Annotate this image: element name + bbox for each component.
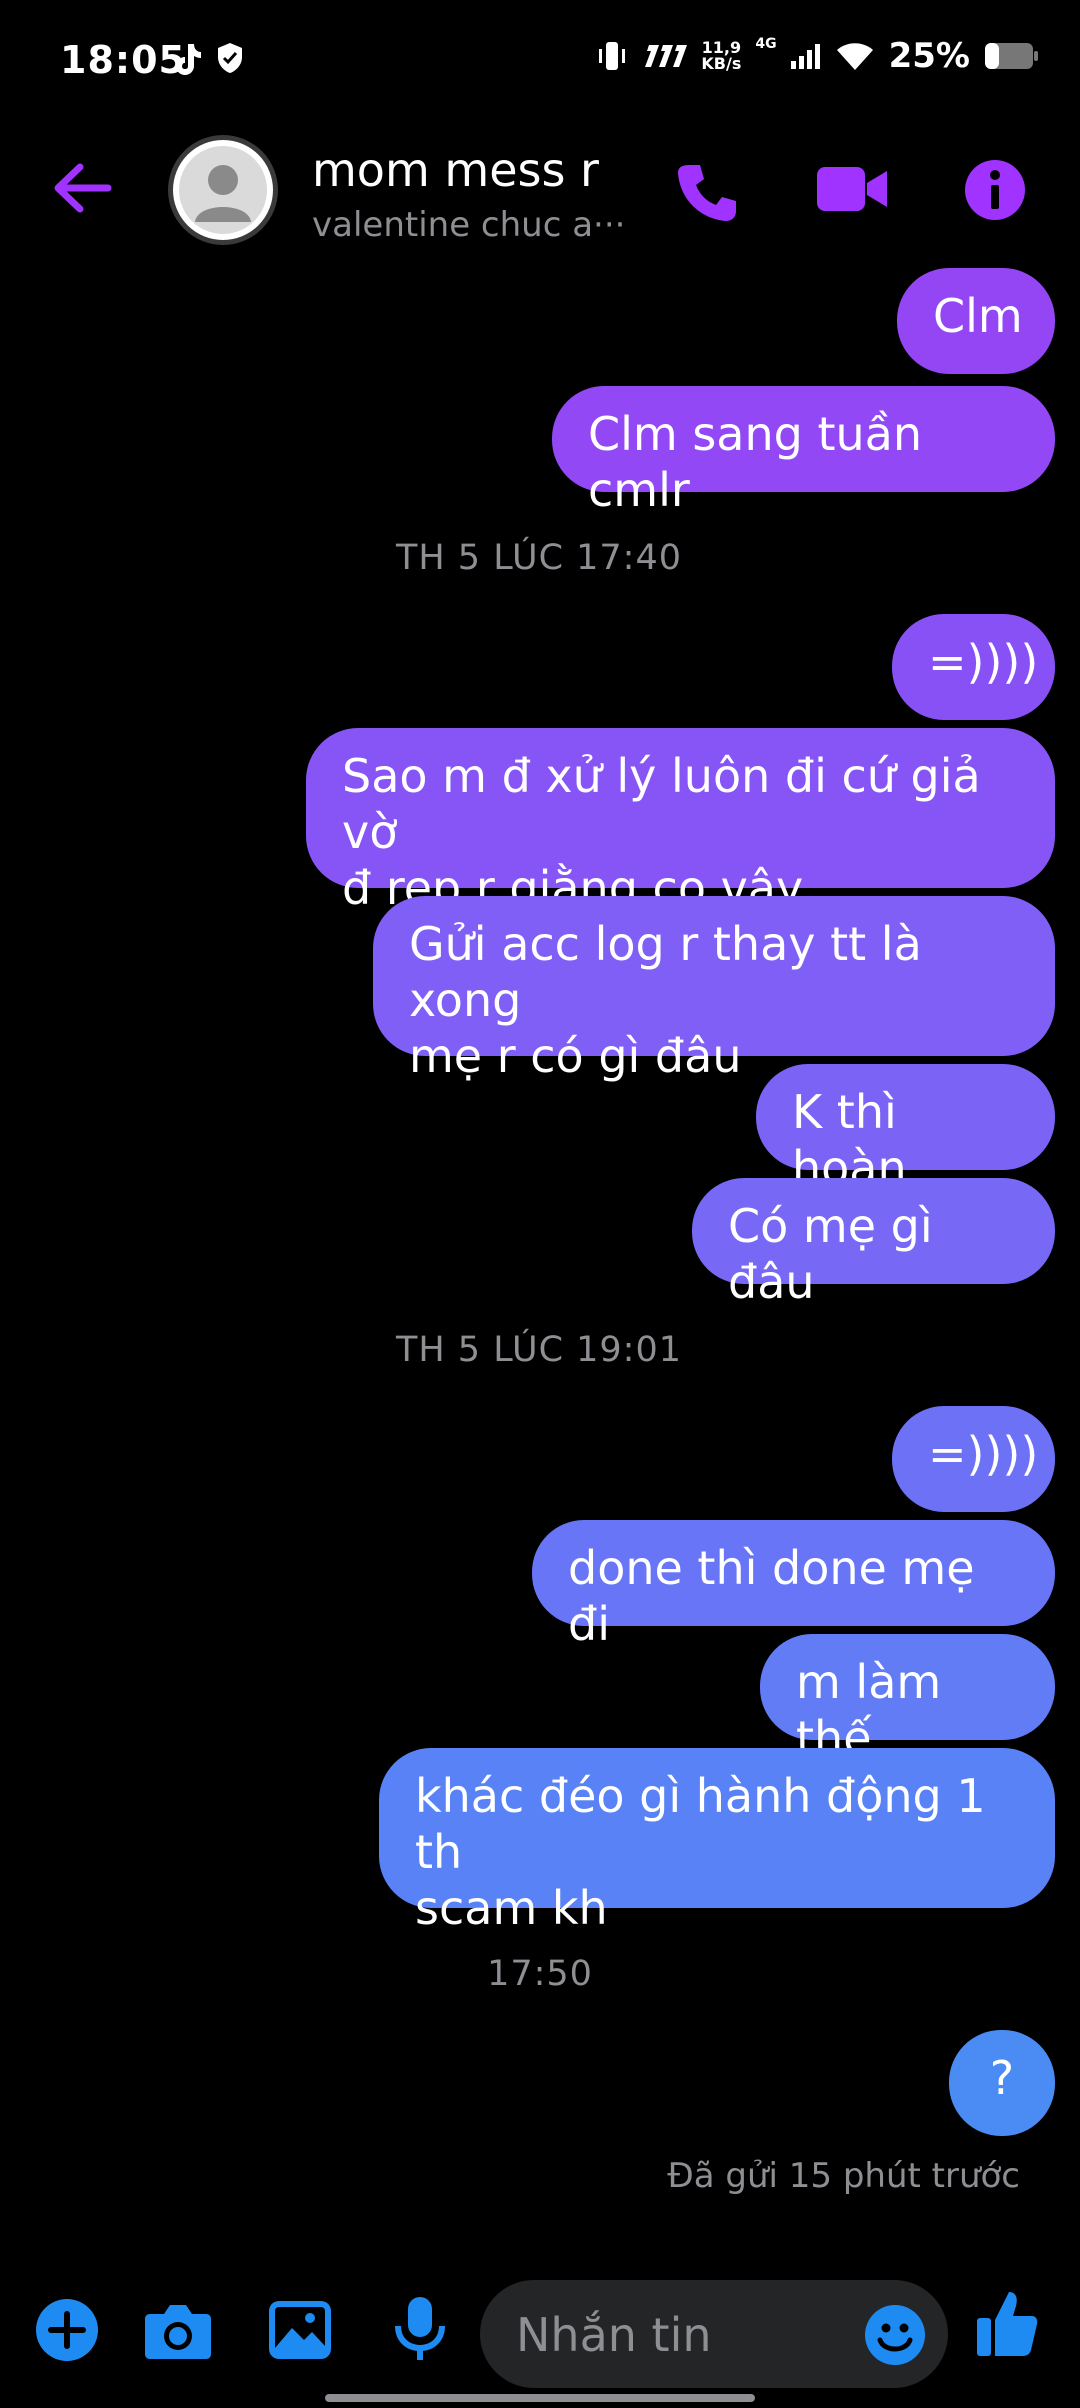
message-input[interactable]: Nhắn tin (480, 2280, 948, 2388)
message-bubble[interactable]: khác đéo gì hành động 1 th scam kh (379, 1748, 1055, 1935)
message-bubble[interactable]: K thì hoàn (756, 1064, 1055, 1195)
message-input-placeholder: Nhắn tin (516, 2308, 712, 2362)
message-bubble[interactable]: Có mẹ gì đâu (692, 1178, 1055, 1309)
video-icon[interactable] (815, 161, 889, 217)
message-text: khác đéo gì hành động 1 th scam kh (415, 1769, 986, 1935)
thumbs-up-icon[interactable] (976, 2288, 1038, 2358)
message-text: Clm sang tuần cmlr (588, 407, 922, 517)
mic-icon[interactable] (394, 2296, 446, 2362)
net-speed-unit: KB/s (701, 54, 742, 73)
chat-header: mom mess r valentine chuc a··· (0, 135, 1080, 250)
timestamp: TH 5 LÚC 17:40 (395, 538, 683, 578)
message-bubble[interactable]: Clm sang tuần cmlr (552, 386, 1055, 517)
data-icon (645, 45, 688, 67)
home-indicator[interactable] (325, 2394, 755, 2402)
plus-icon[interactable] (35, 2298, 99, 2362)
message-bubble[interactable]: Clm (897, 268, 1055, 374)
back-arrow-icon[interactable] (52, 161, 112, 215)
network-type: 4G (755, 36, 777, 52)
camera-icon[interactable] (144, 2302, 212, 2360)
message-bubble[interactable]: done thì done mẹ đi (532, 1520, 1055, 1651)
battery-icon (985, 43, 1038, 69)
avatar-placeholder-icon (179, 146, 267, 234)
chat-subtitle: valentine chuc a··· (312, 205, 626, 245)
status-time: 18:05 (60, 38, 186, 82)
wifi-icon (836, 43, 873, 70)
tiktok-icon (176, 44, 201, 75)
message-bubble[interactable]: =)))) (892, 1406, 1055, 1512)
composer-bar: Nhắn tin (0, 2280, 1080, 2388)
message-text: Có mẹ gì đâu (728, 1199, 933, 1309)
message-bubble[interactable]: ? (949, 2030, 1055, 2136)
battery-percent: 25% (888, 36, 970, 76)
shield-icon (218, 43, 242, 73)
emoji-icon[interactable] (864, 2304, 926, 2366)
message-text: ? (989, 2051, 1015, 2105)
message-bubble[interactable]: =)))) (892, 614, 1055, 720)
message-bubble[interactable]: Gửi acc log r thay tt là xong mẹ r có gì… (373, 896, 1055, 1083)
message-text: Gửi acc log r thay tt là xong mẹ r có gì… (409, 917, 922, 1083)
image-icon[interactable] (268, 2300, 332, 2360)
status-bar: 18:05 11,9 KB/s 4G 25% (0, 0, 1080, 130)
message-list[interactable]: Clm Clm sang tuần cmlr TH 5 LÚC 17:40 =)… (0, 268, 1080, 2260)
message-text: =)))) (928, 1427, 1039, 1481)
message-text: =)))) (928, 635, 1039, 689)
message-bubble[interactable]: m làm thế (760, 1634, 1055, 1765)
info-icon[interactable] (964, 159, 1026, 221)
sent-status: Đã gửi 15 phút trước (667, 2156, 1020, 2196)
vibrate-icon (599, 42, 626, 70)
avatar[interactable] (168, 135, 278, 245)
message-text: Clm (933, 289, 1023, 343)
chat-title[interactable]: mom mess r (312, 143, 599, 197)
signal-icon (790, 44, 820, 69)
message-text: Sao m đ xử lý luôn đi cứ giả vờ đ rep r … (342, 749, 981, 915)
phone-icon[interactable] (676, 161, 738, 223)
timestamp: TH 5 LÚC 19:01 (395, 1330, 683, 1370)
timestamp: 17:50 (487, 1954, 593, 1994)
message-bubble[interactable]: Sao m đ xử lý luôn đi cứ giả vờ đ rep r … (306, 728, 1055, 915)
